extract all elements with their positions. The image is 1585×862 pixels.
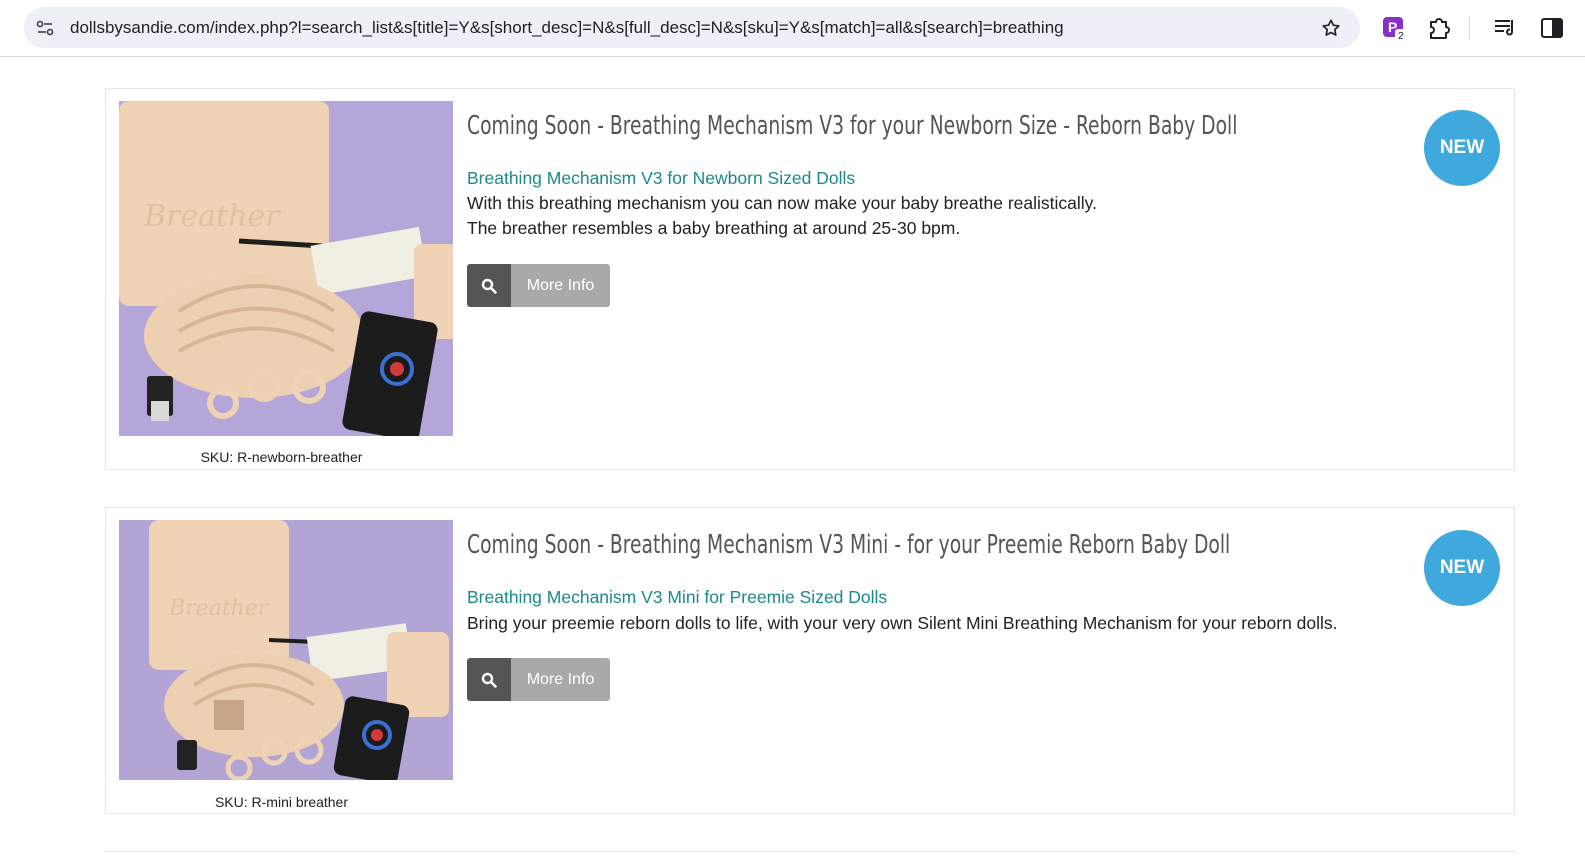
more-info-button[interactable]: More Info (467, 264, 610, 307)
svg-text:Breather: Breather (168, 596, 270, 621)
side-panel-icon[interactable] (1539, 15, 1565, 41)
product-short-desc: Breathing Mechanism V3 Mini for Preemie … (467, 587, 888, 607)
new-badge: NEW (1424, 530, 1500, 606)
product-description-line: The breather resembles a baby breathing … (467, 218, 961, 238)
product-image[interactable]: Breather (119, 520, 453, 780)
product-short-desc: Breathing Mechanism V3 for Newborn Sized… (467, 168, 856, 188)
product-photo: Breather (119, 520, 453, 780)
bookmark-star-icon[interactable] (1320, 17, 1342, 39)
svg-text:Breather: Breather (143, 199, 281, 234)
more-info-label: More Info (511, 264, 610, 307)
address-bar[interactable]: dollsbysandie.com/index.php?l=search_lis… (24, 7, 1360, 48)
browser-toolbar: dollsbysandie.com/index.php?l=search_lis… (0, 0, 1585, 57)
product-description-line: Bring your preemie reborn dolls to life,… (467, 613, 1338, 633)
product-sku: SKU: R-mini breather (214, 794, 349, 810)
divider (105, 851, 1515, 852)
product-title[interactable]: Coming Soon - Breathing Mechanism V3 for… (467, 111, 1237, 141)
new-badge: NEW (1424, 110, 1500, 186)
toolbar-divider (1469, 17, 1470, 39)
product-photo: Breather (119, 101, 453, 436)
search-icon (467, 658, 511, 701)
more-info-button[interactable]: More Info (467, 658, 610, 701)
product-card: Breather SKU: R-mini breather Coming Soo… (105, 507, 1515, 814)
extensions-puzzle-icon[interactable] (1426, 15, 1452, 41)
url-text[interactable]: dollsbysandie.com/index.php?l=search_lis… (70, 18, 1064, 38)
product-description-line: With this breathing mechanism you can no… (467, 193, 1097, 213)
product-sku: SKU: R-newborn-breather (200, 449, 363, 465)
search-icon (467, 264, 511, 307)
extension-badge-count: 2 (1398, 31, 1404, 41)
product-card: Breather SKU: R-newborn-breather Coming … (105, 88, 1515, 470)
extension-p-icon[interactable]: P 2 (1382, 15, 1408, 41)
product-image[interactable]: Breather (119, 101, 453, 436)
site-info-icon[interactable] (36, 19, 54, 37)
reading-list-icon[interactable] (1492, 15, 1518, 41)
more-info-label: More Info (511, 658, 610, 701)
product-title[interactable]: Coming Soon - Breathing Mechanism V3 Min… (467, 530, 1230, 560)
